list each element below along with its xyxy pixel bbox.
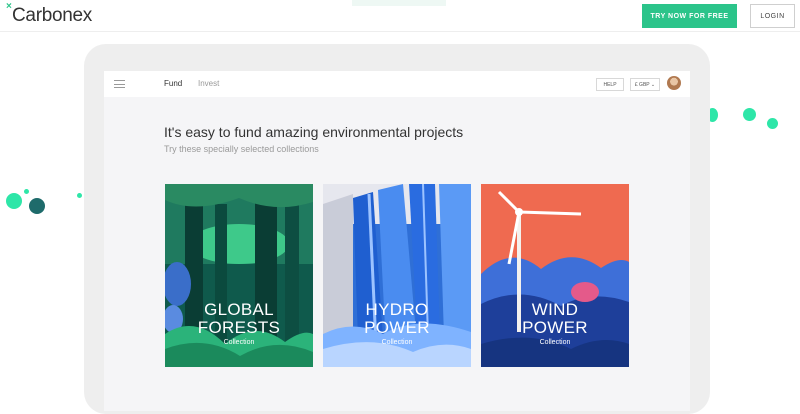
- nav-fund[interactable]: Fund: [164, 79, 182, 88]
- site-header: × Carbonex TRY NOW FOR FREE LOGIN: [0, 0, 800, 32]
- app-header: Fund Invest HELP £ GBP ⌄: [104, 71, 690, 97]
- try-now-button[interactable]: TRY NOW FOR FREE: [642, 4, 737, 28]
- avatar[interactable]: [667, 76, 681, 90]
- decorative-dot: [24, 189, 29, 194]
- card-subtitle: Collection: [381, 339, 413, 346]
- collection-card-global-forests[interactable]: GLOBAL FORESTS Collection: [165, 184, 313, 367]
- collection-card-hydro-power[interactable]: HYDRO POWER Collection: [323, 184, 471, 367]
- decorative-dot: [29, 198, 45, 214]
- header-tab-highlight: [352, 0, 446, 6]
- card-title-line2: POWER: [364, 318, 430, 337]
- menu-icon[interactable]: [114, 80, 125, 88]
- carbonex-logo[interactable]: × Carbonex: [6, 1, 92, 27]
- page-subtitle: Try these specially selected collections: [164, 144, 319, 154]
- card-title-line1: WIND: [531, 300, 579, 319]
- card-subtitle: Collection: [223, 339, 255, 346]
- help-button[interactable]: HELP: [596, 78, 624, 91]
- logo-mark-icon: ×: [6, 1, 12, 12]
- currency-select[interactable]: £ GBP ⌄: [630, 78, 660, 91]
- card-title-line2: FORESTS: [197, 318, 281, 337]
- app-screen: Fund Invest HELP £ GBP ⌄ It's easy to fu…: [104, 71, 690, 411]
- page-title: It's easy to fund amazing environmental …: [164, 124, 464, 140]
- nav-invest[interactable]: Invest: [198, 79, 219, 88]
- decorative-dot: [6, 193, 22, 209]
- collection-card-wind-power[interactable]: WIND POWER Collection: [481, 184, 629, 367]
- card-title-line1: HYDRO: [365, 300, 429, 319]
- decorative-dot: [743, 108, 756, 121]
- decorative-dot: [767, 118, 778, 129]
- decorative-dot: [77, 193, 82, 198]
- login-button[interactable]: LOGIN: [750, 4, 795, 28]
- card-title-line2: POWER: [522, 318, 588, 337]
- brand-name: Carbonex: [12, 5, 92, 26]
- card-subtitle: Collection: [539, 339, 571, 346]
- card-title-line1: GLOBAL: [204, 300, 274, 319]
